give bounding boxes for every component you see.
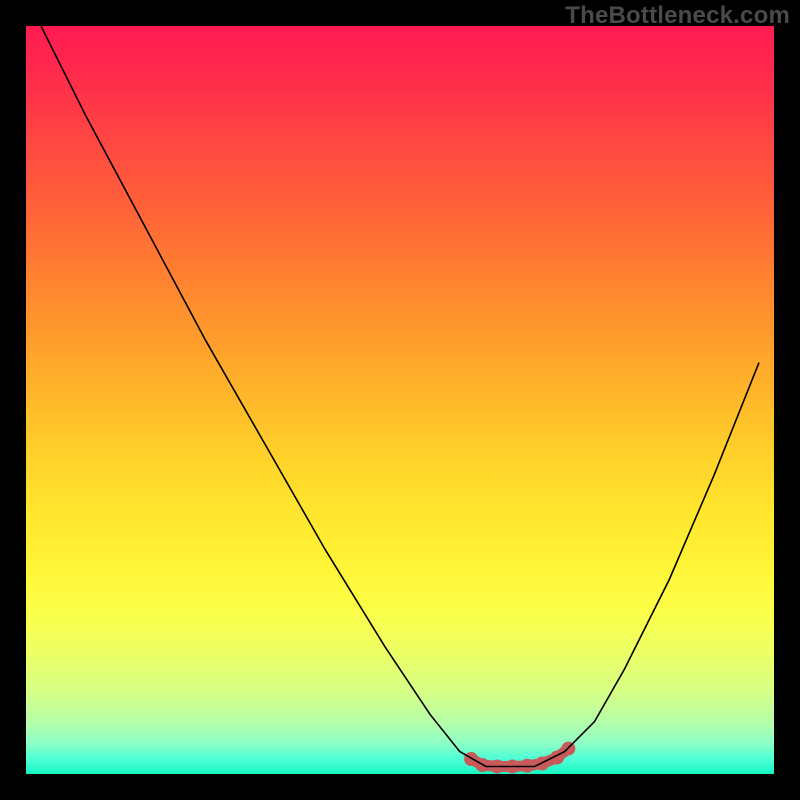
watermark-text: TheBottleneck.com xyxy=(565,2,790,30)
plot-area xyxy=(26,26,774,774)
bottleneck-curve xyxy=(26,26,774,774)
chart-frame: TheBottleneck.com xyxy=(0,0,800,800)
